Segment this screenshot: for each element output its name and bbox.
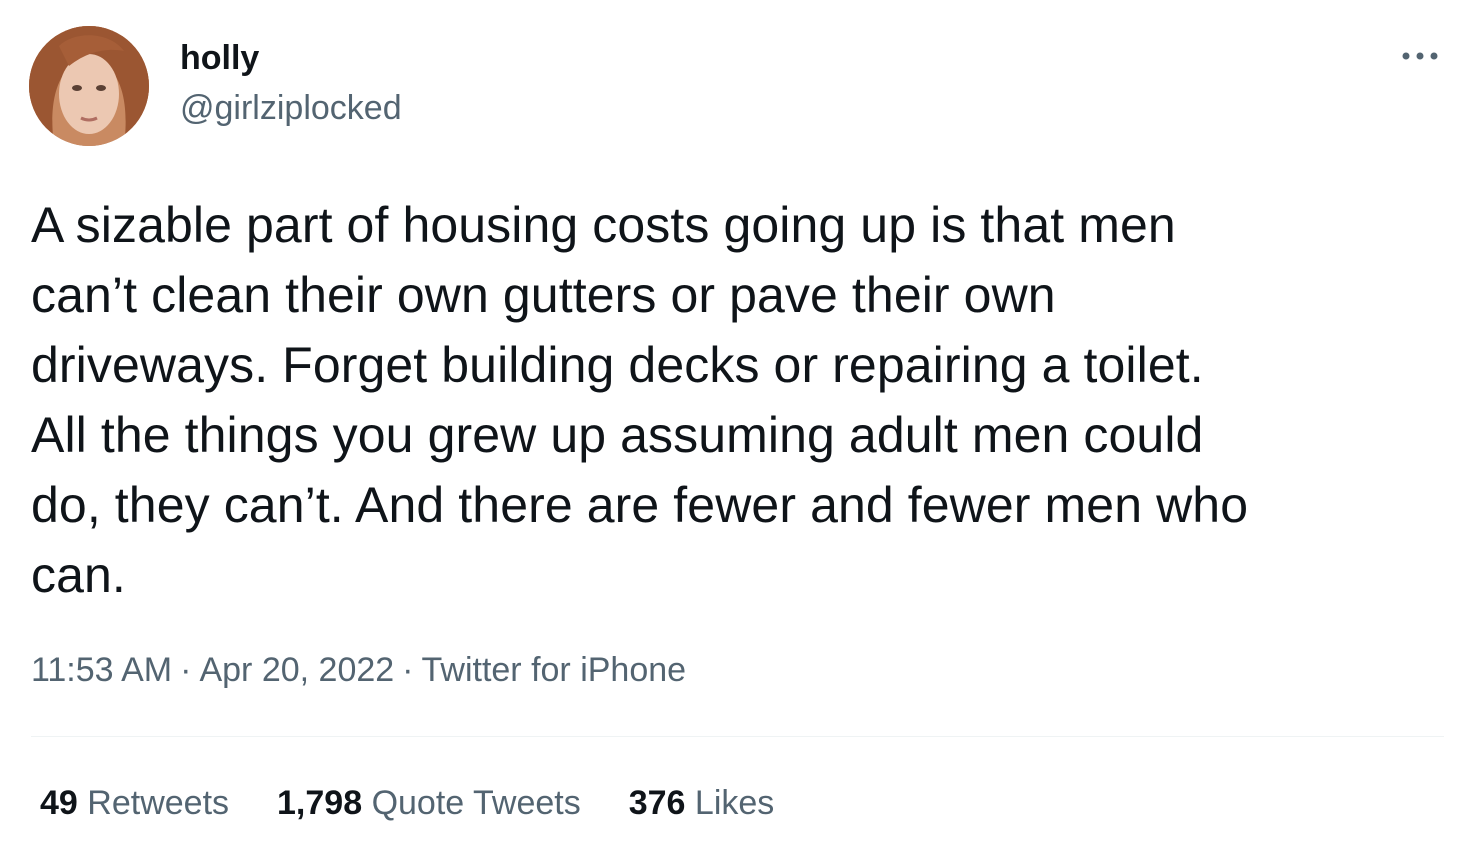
more-horizontal-icon bbox=[1402, 52, 1438, 60]
divider bbox=[31, 736, 1444, 737]
tweet-metadata: 11:53 AM · Apr 20, 2022 · Twitter for iPhone bbox=[31, 650, 686, 690]
avatar-photo bbox=[29, 26, 149, 146]
separator-dot: · bbox=[402, 651, 414, 689]
likes-label: Likes bbox=[694, 784, 775, 822]
tweet-text: A sizable part of housing costs going up… bbox=[31, 197, 1249, 603]
tweet-date[interactable]: Apr 20, 2022 bbox=[199, 651, 394, 689]
tweet-time[interactable]: 11:53 AM bbox=[31, 651, 172, 689]
tweet-card: holly @girlziplocked A sizable part of h… bbox=[0, 0, 1464, 848]
retweets-count: 49 bbox=[40, 784, 78, 822]
retweets-stat[interactable]: 49 Retweets bbox=[40, 783, 229, 823]
quote-tweets-stat[interactable]: 1,798 Quote Tweets bbox=[277, 783, 581, 823]
quote-tweets-count: 1,798 bbox=[277, 784, 363, 822]
avatar[interactable] bbox=[29, 26, 149, 146]
likes-count: 376 bbox=[628, 784, 686, 822]
display-name[interactable]: holly bbox=[180, 38, 259, 78]
likes-stat[interactable]: 376 Likes bbox=[629, 783, 775, 823]
tweet-source[interactable]: Twitter for iPhone bbox=[422, 651, 687, 689]
quote-tweets-label: Quote Tweets bbox=[371, 784, 581, 822]
tweet-stats: 49 Retweets 1,798 Quote Tweets 376 Likes bbox=[40, 783, 822, 823]
separator-dot: · bbox=[180, 651, 192, 689]
retweets-label: Retweets bbox=[87, 784, 230, 822]
user-handle[interactable]: @girlziplocked bbox=[180, 88, 402, 128]
more-options-button[interactable] bbox=[1396, 42, 1444, 70]
